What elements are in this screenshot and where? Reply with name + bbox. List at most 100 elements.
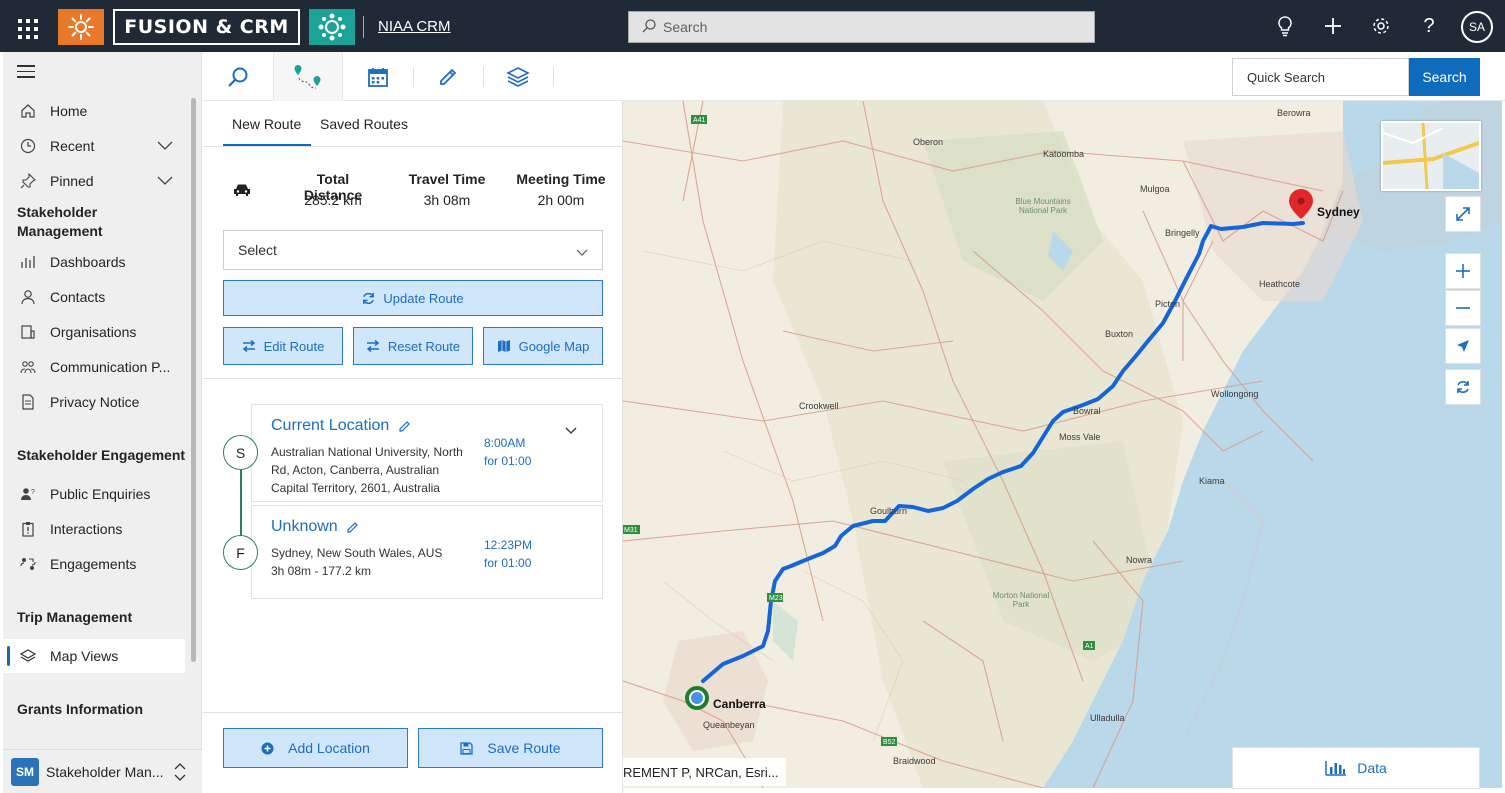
map-canvas[interactable]: A41 M31 M23 A1 A1 B52 Berowra Oberon Kat… [623, 101, 1502, 788]
clipboard-icon [18, 519, 38, 539]
bar-chart-icon [1325, 760, 1347, 776]
building-icon [18, 322, 38, 342]
nav-item-organisations[interactable]: Organisations [3, 315, 185, 349]
lightbulb-icon[interactable] [1272, 13, 1298, 39]
save-route-button[interactable]: Save Route [418, 728, 603, 768]
map-place-label: Bowral [1073, 406, 1101, 416]
google-map-label: Google Map [518, 338, 590, 354]
svg-text:?: ? [31, 489, 35, 496]
nav-item-map-views[interactable]: Map Views [3, 639, 185, 673]
pencil-icon[interactable] [346, 521, 359, 537]
nav-item-engagements[interactable]: Engagements [3, 547, 185, 581]
add-location-button[interactable]: Add Location [223, 728, 408, 768]
map-park-label: Blue Mountains National Park [1015, 197, 1071, 215]
travel-time-value: 3h 08m [423, 192, 471, 208]
zoom-out-icon[interactable] [1445, 290, 1481, 326]
nav-scrollbar[interactable] [191, 98, 196, 662]
expand-icon[interactable] [1445, 196, 1481, 232]
reset-route-label: Reset Route [387, 338, 461, 354]
avatar[interactable]: SA [1461, 11, 1493, 43]
hamburger-menu-icon[interactable] [17, 65, 35, 82]
chevron-down-icon [576, 244, 588, 260]
area-switcher[interactable]: SM Stakeholder Man... [3, 749, 202, 793]
update-route-button[interactable]: Update Route [223, 280, 603, 316]
nav-item-contacts[interactable]: Contacts [3, 280, 185, 314]
nav-item-pinned[interactable]: Pinned [3, 164, 185, 198]
area-label: Stakeholder Man... [46, 763, 164, 780]
data-button[interactable]: Data [1232, 747, 1480, 789]
pencil-icon[interactable] [398, 420, 411, 436]
stop-address-line: Rd, Acton, Canberra, Australian [271, 463, 440, 477]
enquiry-icon: ? [18, 484, 38, 504]
chevron-down-icon[interactable] [157, 138, 173, 154]
chevron-down-icon[interactable] [565, 422, 577, 438]
calendar-tab-icon[interactable] [343, 52, 413, 101]
nav-label: Home [50, 103, 88, 119]
reset-route-button[interactable]: Reset Route [353, 327, 473, 365]
map-place-label: Mulgoa [1140, 184, 1170, 194]
nav-item-interactions[interactable]: Interactions [3, 512, 185, 546]
area-badge: SM [11, 757, 39, 786]
nav-group-grants-information: Grants Information [17, 701, 144, 717]
dashboard-icon [18, 252, 38, 272]
map-place-label: Oberon [913, 137, 944, 147]
nav-item-recent[interactable]: Recent [3, 129, 185, 163]
plus-icon[interactable] [1320, 13, 1346, 39]
document-icon [18, 392, 38, 412]
app-name-link[interactable]: NIAA CRM [378, 18, 451, 35]
nav-label: Public Enquiries [50, 486, 151, 502]
map-place-label: Katoomba [1043, 149, 1085, 159]
search-tab-icon[interactable] [203, 52, 273, 101]
gear-icon[interactable] [1368, 13, 1394, 39]
tab-saved-routes[interactable]: Saved Routes [320, 116, 408, 132]
nav-item-communication[interactable]: Communication P... [3, 350, 185, 384]
search-button[interactable]: Search [1409, 58, 1480, 96]
waffle-icon[interactable] [12, 13, 40, 41]
edit-route-button[interactable]: Edit Route [223, 327, 343, 365]
locate-icon[interactable] [1445, 328, 1481, 364]
nav-item-public-enquiries[interactable]: ? Public Enquiries [3, 477, 185, 511]
route-tab-icon[interactable] [273, 52, 343, 101]
nav-item-dashboards[interactable]: Dashboards [3, 245, 185, 279]
basemap-thumbnail[interactable] [1381, 121, 1481, 191]
total-distance-value: 285.2 km [304, 192, 362, 208]
divider [203, 146, 623, 147]
map-place-label: Bringelly [1165, 228, 1200, 238]
map-attribution: REMENT P, NRCan, Esri... [623, 758, 786, 786]
layers-tab-icon[interactable] [483, 52, 553, 101]
divider [203, 378, 623, 379]
save-icon [460, 741, 474, 755]
route-stop-card[interactable]: Unknown Sydney, New South Wales, AUS 3h … [251, 505, 603, 599]
route-stop-card[interactable]: Current Location Australian National Uni… [251, 404, 603, 502]
google-map-button[interactable]: Google Map [483, 327, 603, 365]
svg-text:B52: B52 [883, 739, 896, 746]
nav-item-home[interactable]: Home [3, 94, 185, 128]
org-logo [309, 9, 355, 45]
brand-title: FUSION & CRM [113, 9, 300, 45]
help-icon[interactable]: ? [1416, 13, 1442, 39]
topbar-divider [363, 16, 364, 38]
stop-marker-finish: F [223, 535, 258, 570]
nav-item-privacy-notice[interactable]: Privacy Notice [3, 385, 185, 419]
travel-time-label: Travel Time [408, 171, 486, 187]
data-button-label: Data [1357, 760, 1387, 776]
route-select[interactable]: Select [223, 230, 603, 270]
tab-new-route[interactable]: New Route [232, 116, 301, 132]
stop-address: Australian National University, North Rd… [271, 443, 471, 497]
chevron-down-icon[interactable] [157, 173, 173, 189]
quick-search-input[interactable]: Quick Search [1232, 58, 1409, 96]
svg-text:M23: M23 [769, 595, 783, 602]
tab-separator [553, 67, 554, 87]
refresh-icon[interactable] [1445, 369, 1481, 405]
zoom-in-icon[interactable] [1445, 253, 1481, 289]
edit-route-label: Edit Route [263, 338, 325, 354]
nav-group-trip-management: Trip Management [17, 609, 133, 625]
chevron-updown-icon [174, 763, 186, 784]
left-navigation: Home Recent Pinned Stakeholder Managemen… [3, 52, 202, 793]
swap-icon [366, 340, 380, 352]
pencil-tab-icon[interactable] [413, 52, 483, 101]
global-search-input[interactable]: Search [628, 11, 1095, 43]
nav-label: Engagements [50, 556, 137, 572]
stop-address-line: Capital Territory, 2601, Australia [271, 481, 440, 495]
map-place-label: Goulburn [870, 506, 908, 516]
